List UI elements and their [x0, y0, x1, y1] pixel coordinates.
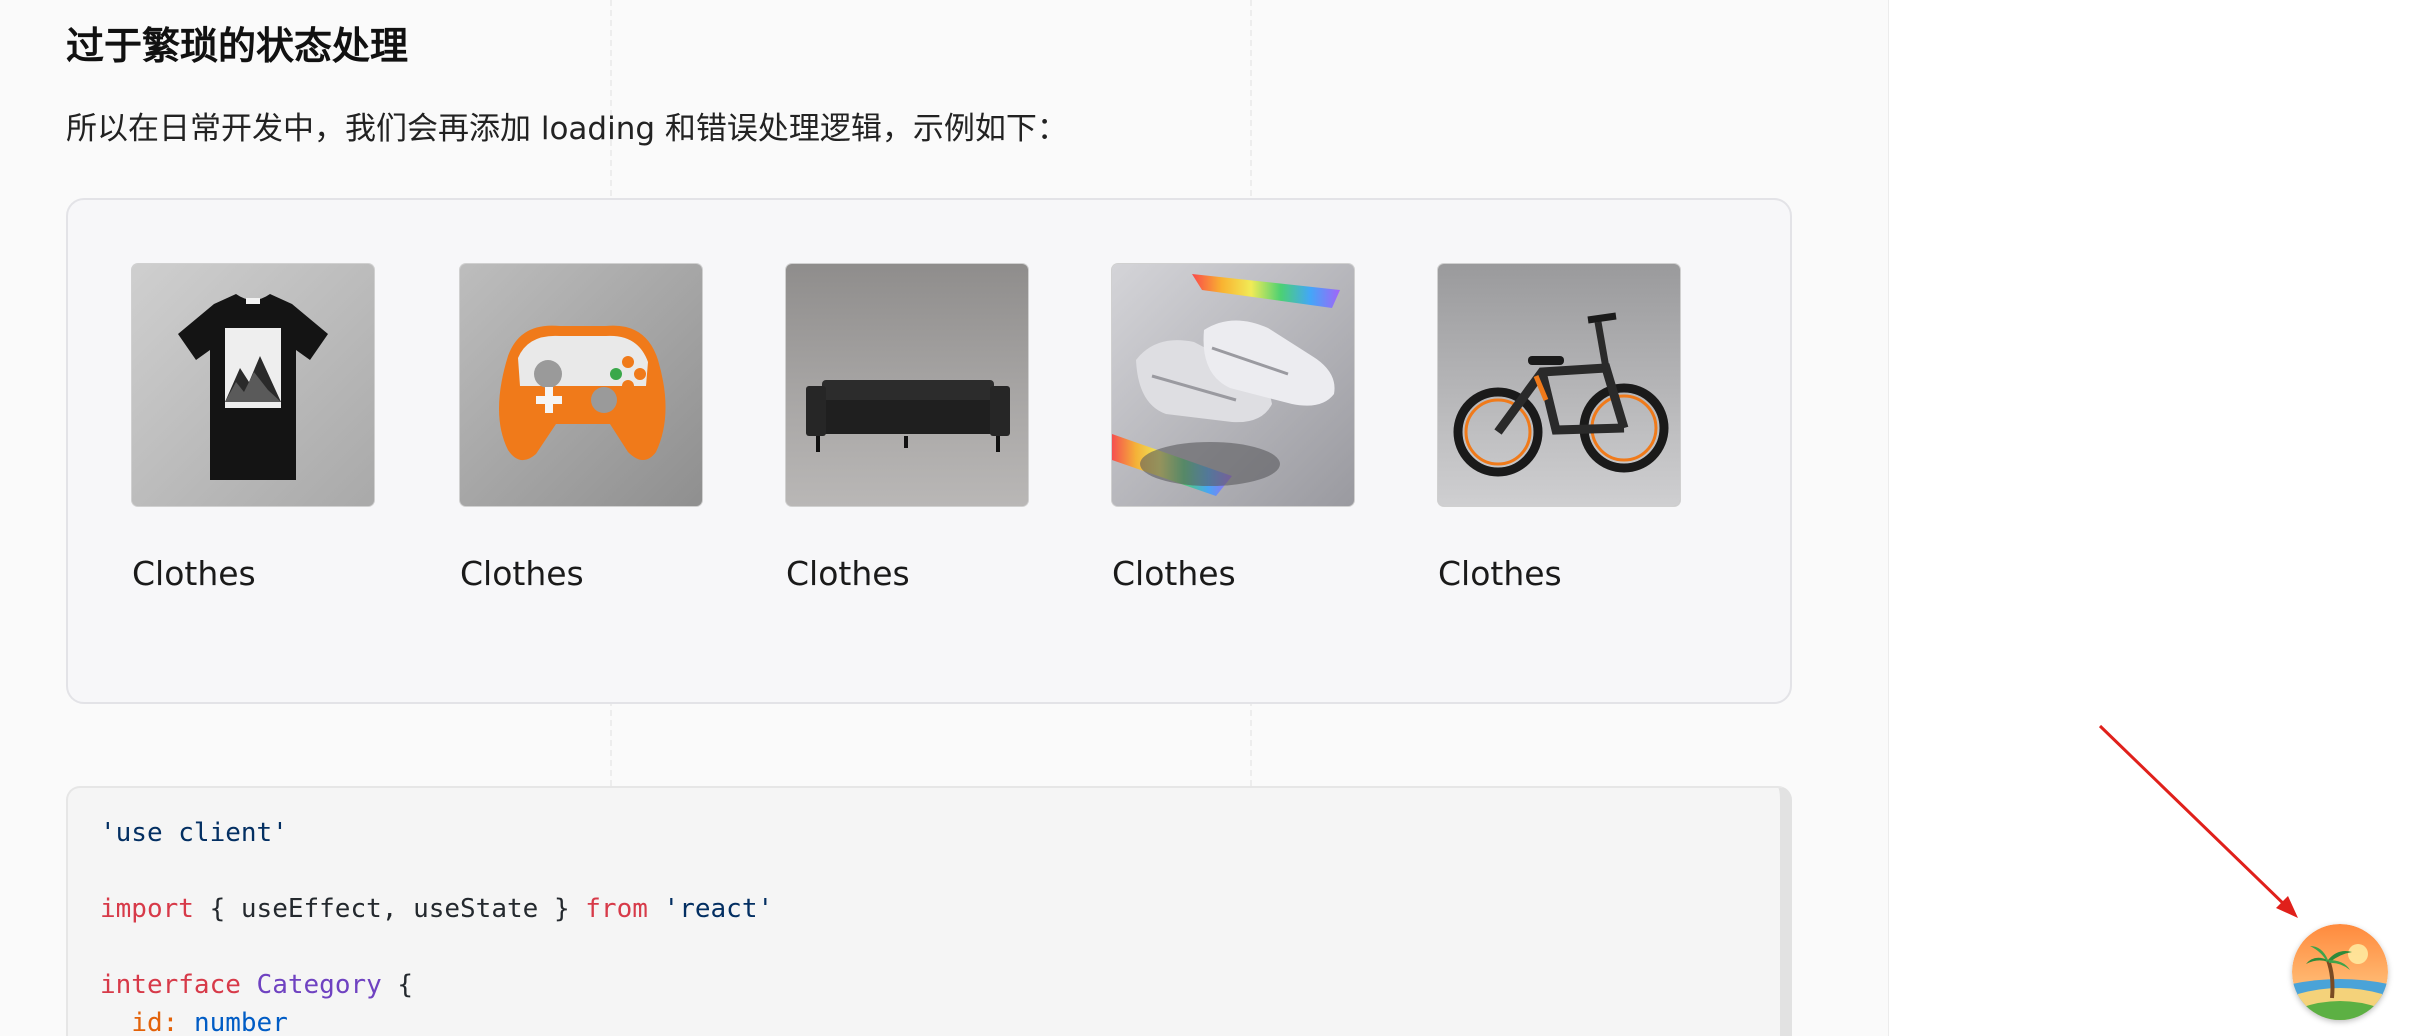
- code-token: interface: [100, 970, 241, 1000]
- sofa-illustration-icon: [786, 264, 1028, 506]
- code-block: 'use client' import { useEffect, useStat…: [66, 786, 1792, 1036]
- annotation-arrow-icon: [2098, 724, 2298, 918]
- controller-image: [460, 264, 702, 506]
- product-name: Clothes: [1438, 554, 1562, 593]
- code-line: 'use client': [100, 814, 1748, 852]
- product-card[interactable]: Clothes: [1438, 264, 1680, 594]
- code-lines: 'use client' import { useEffect, useStat…: [100, 814, 1748, 1036]
- bicycle-illustration-icon: [1438, 264, 1680, 506]
- palm-tree-beach-avatar-icon: [2292, 924, 2388, 1020]
- code-token: import: [100, 894, 194, 924]
- product-demo-card: Clothes Clothes Clothes Clothes Clothes: [66, 198, 1792, 704]
- product-card[interactable]: Clothes: [786, 264, 1028, 594]
- code-line: interface Category {: [100, 966, 1748, 1004]
- code-token: from: [585, 894, 648, 924]
- tshirt-image: [132, 264, 374, 506]
- sneakers-image: [1112, 264, 1354, 506]
- page: 过于繁琐的状态处理 所以在日常开发中，我们会再添加 loading 和错误处理逻…: [0, 0, 2412, 1036]
- code-token: 'react': [663, 894, 774, 924]
- code-token: 'use client': [100, 818, 288, 848]
- product-card[interactable]: Clothes: [460, 264, 702, 594]
- floating-avatar-button[interactable]: [2292, 924, 2388, 1020]
- product-name: Clothes: [1112, 554, 1236, 593]
- code-token: Category: [256, 970, 382, 1000]
- bicycle-image: [1438, 264, 1680, 506]
- sneakers-illustration-icon: [1112, 264, 1354, 506]
- product-card[interactable]: Clothes: [1112, 264, 1354, 594]
- section-paragraph: 所以在日常开发中，我们会再添加 loading 和错误处理逻辑，示例如下：: [66, 111, 1068, 147]
- code-line: import { useEffect, useState } from 'rea…: [100, 890, 1748, 928]
- sofa-image: [786, 264, 1028, 506]
- code-token: :: [162, 1008, 194, 1036]
- code-token: { useEffect, useState }: [193, 894, 586, 924]
- product-name: Clothes: [460, 554, 584, 593]
- product-name: Clothes: [786, 554, 910, 593]
- document-content-area: 过于繁琐的状态处理 所以在日常开发中，我们会再添加 loading 和错误处理逻…: [0, 0, 1889, 1036]
- code-token: {: [381, 970, 414, 1000]
- code-token: number: [193, 1008, 288, 1036]
- game-controller-illustration-icon: [460, 264, 702, 506]
- code-token: id: [131, 1008, 163, 1036]
- code-line: id: number: [100, 1004, 1748, 1036]
- product-card[interactable]: Clothes: [132, 264, 374, 594]
- product-name: Clothes: [132, 554, 256, 593]
- tshirt-illustration-icon: [132, 264, 374, 506]
- section-heading: 过于繁琐的状态处理: [66, 24, 409, 68]
